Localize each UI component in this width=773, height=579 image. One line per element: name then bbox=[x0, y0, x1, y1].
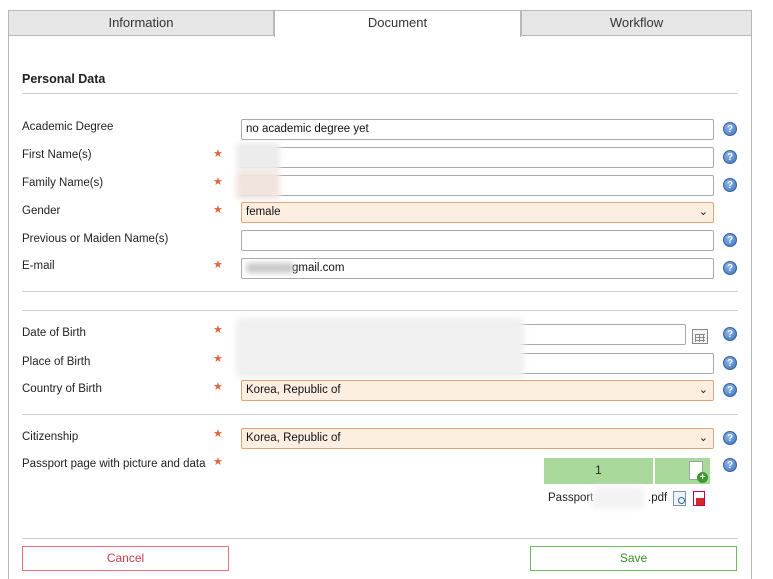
family-name-label: Family Name(s) bbox=[22, 177, 104, 189]
help-icon[interactable]: ? bbox=[723, 122, 737, 136]
place-of-birth-label: Place of Birth bbox=[22, 356, 91, 368]
redacted-file-name bbox=[592, 487, 644, 509]
redacted-email bbox=[246, 263, 294, 273]
tab-bar: Information Document Workflow bbox=[8, 10, 752, 37]
country-of-birth-label: Country of Birth bbox=[22, 383, 102, 395]
divider bbox=[22, 414, 738, 415]
plus-icon: + bbox=[697, 472, 708, 483]
date-of-birth-label: Date of Birth bbox=[22, 327, 86, 339]
divider bbox=[22, 310, 738, 311]
divider bbox=[22, 93, 738, 94]
passport-file-count: 1 bbox=[544, 458, 653, 484]
help-icon[interactable]: ? bbox=[723, 383, 737, 397]
required-star-icon: ★ bbox=[213, 259, 223, 271]
academic-degree-label: Academic Degree bbox=[22, 121, 114, 133]
email-input[interactable]: gmail.com bbox=[241, 258, 714, 279]
required-star-icon: ★ bbox=[213, 353, 223, 365]
required-star-icon: ★ bbox=[213, 428, 223, 440]
redacted-family-name bbox=[236, 171, 280, 199]
gender-label: Gender bbox=[22, 205, 61, 217]
divider bbox=[22, 538, 738, 539]
family-name-input[interactable] bbox=[241, 175, 714, 196]
help-icon[interactable]: ? bbox=[723, 233, 737, 247]
passport-file-name[interactable]: Passport bbox=[548, 492, 593, 504]
tab-document[interactable]: Document bbox=[274, 10, 521, 37]
divider bbox=[22, 291, 738, 292]
help-icon[interactable]: ? bbox=[723, 458, 737, 472]
cancel-button[interactable]: Cancel bbox=[22, 546, 229, 571]
required-star-icon: ★ bbox=[213, 324, 223, 336]
redacted-birth-details bbox=[236, 318, 524, 378]
academic-degree-input[interactable]: no academic degree yet bbox=[241, 119, 714, 140]
required-star-icon: ★ bbox=[213, 148, 223, 160]
chevron-down-icon: ⌄ bbox=[698, 206, 708, 218]
tab-information[interactable]: Information bbox=[8, 10, 274, 36]
section-title-personal-data: Personal Data bbox=[22, 72, 106, 86]
passport-file-extension[interactable]: .pdf bbox=[648, 492, 667, 504]
chevron-down-icon: ⌄ bbox=[698, 432, 708, 444]
chevron-down-icon: ⌄ bbox=[698, 384, 708, 396]
calendar-icon[interactable] bbox=[692, 329, 708, 344]
delete-document-icon[interactable] bbox=[693, 491, 705, 506]
first-name-label: First Name(s) bbox=[22, 149, 92, 161]
help-icon[interactable]: ? bbox=[723, 178, 737, 192]
help-icon[interactable]: ? bbox=[723, 261, 737, 275]
help-icon[interactable]: ? bbox=[723, 431, 737, 445]
previous-name-label: Previous or Maiden Name(s) bbox=[22, 233, 169, 245]
help-icon[interactable]: ? bbox=[723, 356, 737, 370]
previous-name-input[interactable] bbox=[241, 230, 714, 251]
email-label: E-mail bbox=[22, 260, 55, 272]
tab-workflow[interactable]: Workflow bbox=[521, 10, 752, 36]
passport-label: Passport page with picture and data bbox=[22, 458, 206, 470]
help-icon[interactable]: ? bbox=[723, 327, 737, 341]
required-star-icon: ★ bbox=[213, 204, 223, 216]
citizenship-select[interactable]: Korea, Republic of ⌄ bbox=[241, 428, 714, 449]
required-star-icon: ★ bbox=[213, 176, 223, 188]
required-star-icon: ★ bbox=[213, 456, 223, 468]
view-document-icon[interactable] bbox=[673, 491, 686, 506]
required-star-icon: ★ bbox=[213, 381, 223, 393]
first-name-input[interactable] bbox=[241, 147, 714, 168]
redacted-first-name bbox=[236, 143, 280, 171]
country-of-birth-value: Korea, Republic of bbox=[246, 384, 341, 396]
country-of-birth-select[interactable]: Korea, Republic of ⌄ bbox=[241, 380, 714, 401]
citizenship-label: Citizenship bbox=[22, 431, 79, 443]
help-icon[interactable]: ? bbox=[723, 150, 737, 164]
citizenship-value: Korea, Republic of bbox=[246, 432, 341, 444]
gender-select[interactable]: female ⌄ bbox=[241, 202, 714, 223]
save-button[interactable]: Save bbox=[530, 546, 737, 571]
gender-select-value: female bbox=[246, 206, 281, 218]
